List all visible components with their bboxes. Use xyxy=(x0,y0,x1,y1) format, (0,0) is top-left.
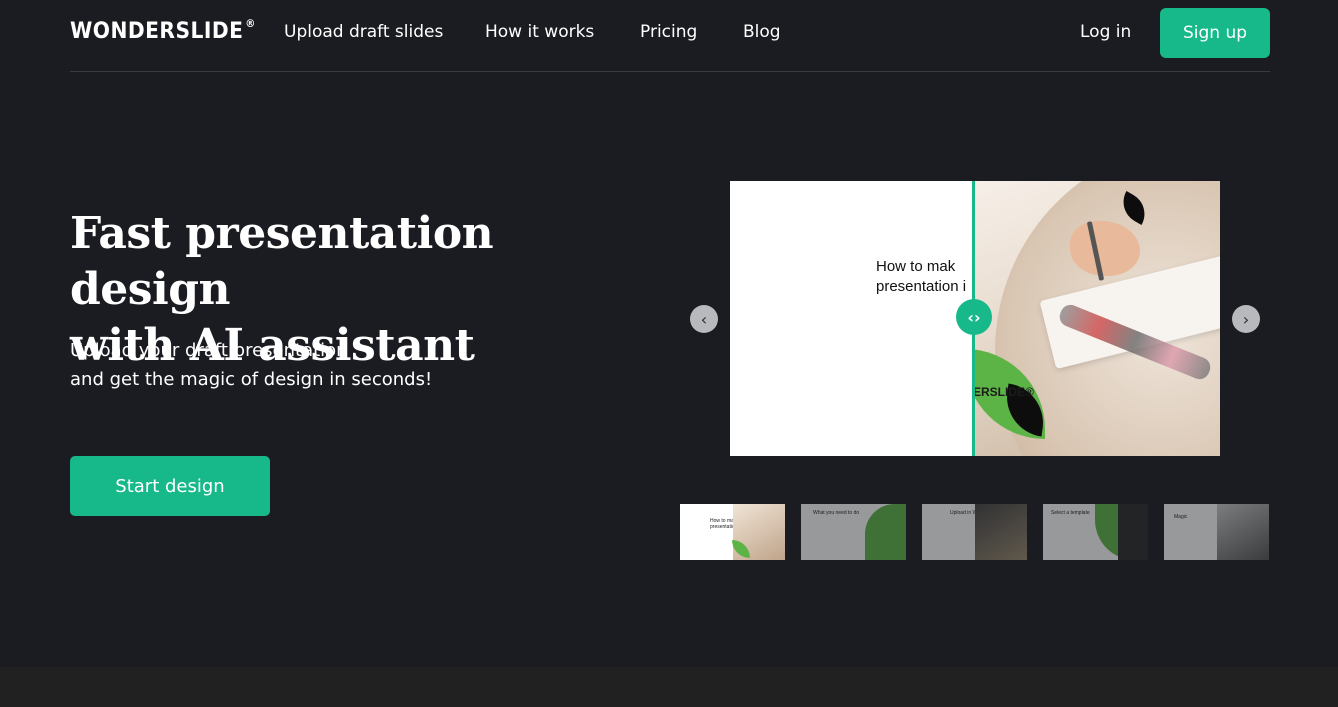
site-header: WONDERSLIDE ® Upload draft slides How it … xyxy=(70,0,1270,72)
drag-handle-icon[interactable]: ‹› xyxy=(956,299,992,335)
start-design-button[interactable]: Start design xyxy=(70,456,270,516)
thumbnail-3[interactable]: Upload in Wonderslide xyxy=(922,504,1027,560)
slide-after: ERSLIDE® xyxy=(975,181,1220,456)
thumbnail-1[interactable]: How to make presentation xyxy=(680,504,785,560)
logo[interactable]: WONDERSLIDE ® xyxy=(70,17,256,44)
slide-preview: How to mak presentation i ERSLIDE® ‹› xyxy=(730,181,1220,456)
thumbnail-strip: How to make presentation What you need t… xyxy=(680,504,1269,560)
slide-title-text: How to mak presentation i xyxy=(876,258,967,295)
chevron-right-icon[interactable]: › xyxy=(1232,305,1260,333)
thumbnail-4[interactable]: Select a template xyxy=(1043,504,1148,560)
nav-upload-draft-slides[interactable]: Upload draft slides xyxy=(284,22,443,42)
nav-pricing[interactable]: Pricing xyxy=(640,22,697,42)
thumbnail-5[interactable]: Magic xyxy=(1164,504,1269,560)
slide-before: How to mak presentation i xyxy=(730,181,975,456)
hero-subtitle: Upload your draft presentation and get th… xyxy=(70,340,433,390)
login-link[interactable]: Log in xyxy=(1080,22,1131,42)
thumbnail-2[interactable]: What you need to do xyxy=(801,504,906,560)
nav-blog[interactable]: Blog xyxy=(743,22,781,42)
chevron-left-icon[interactable]: ‹ xyxy=(690,305,718,333)
signup-button[interactable]: Sign up xyxy=(1160,8,1270,58)
slide-logo: ERSLIDE® xyxy=(975,385,1034,399)
nav-how-it-works[interactable]: How it works xyxy=(485,22,594,42)
footer-band xyxy=(0,667,1338,707)
